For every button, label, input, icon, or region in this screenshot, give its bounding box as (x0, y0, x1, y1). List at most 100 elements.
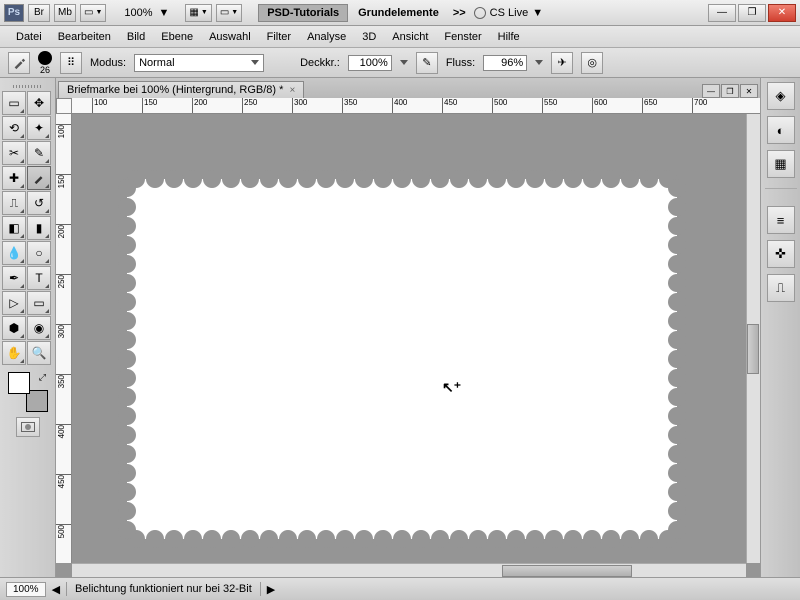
gradient-tool[interactable]: ▮ (27, 216, 51, 240)
scrollbar-thumb[interactable] (502, 565, 632, 577)
tab-close-icon[interactable]: × (289, 85, 295, 96)
menu-auswahl[interactable]: Auswahl (201, 31, 259, 43)
healing-tool[interactable]: ✚ (2, 166, 26, 190)
status-nav-left-icon[interactable]: ◀ (52, 583, 60, 596)
vertical-ruler[interactable]: 100150200250300350400450500 (56, 114, 72, 563)
menu-bearbeiten[interactable]: Bearbeiten (50, 31, 119, 43)
color-swatches[interactable]: ⤢ (8, 372, 48, 412)
doc-restore-button[interactable]: ❐ (721, 84, 739, 98)
path-select-tool[interactable]: ▷ (2, 291, 26, 315)
mode-value: Normal (139, 57, 174, 69)
adjustments-panel-icon[interactable]: ≡ (767, 206, 795, 234)
lasso-tool[interactable]: ⟲ (2, 116, 26, 140)
brush-preset-picker[interactable]: 26 (38, 51, 52, 75)
blur-tool[interactable]: 💧 (2, 241, 26, 265)
masks-panel-icon[interactable]: ✜ (767, 240, 795, 268)
workspace-grundelemente[interactable]: Grundelemente (352, 5, 445, 21)
marquee-tool[interactable]: ▭ (2, 91, 26, 115)
mode-select[interactable]: Normal (134, 54, 264, 72)
cs-live-label: CS Live (490, 7, 529, 19)
layers-panel-icon[interactable]: ◈ (767, 82, 795, 110)
type-tool[interactable]: T (27, 266, 51, 290)
eyedropper-tool[interactable]: ✎ (27, 141, 51, 165)
status-nav-right-icon[interactable]: ▶ (267, 583, 275, 596)
foreground-swatch[interactable] (8, 372, 30, 394)
scrollbar-thumb[interactable] (747, 324, 759, 374)
menu-analyse[interactable]: Analyse (299, 31, 354, 43)
cs-live-button[interactable]: CS Live▼ (474, 7, 543, 19)
dodge-tool[interactable]: ○ (27, 241, 51, 265)
hand-tool[interactable]: ✋ (2, 341, 26, 365)
bridge-button[interactable]: Br (28, 4, 50, 22)
zoom-tool[interactable]: 🔍 (27, 341, 51, 365)
pen-tool[interactable]: ✒ (2, 266, 26, 290)
menu-hilfe[interactable]: Hilfe (490, 31, 528, 43)
menu-ebene[interactable]: Ebene (153, 31, 201, 43)
doc-minimize-button[interactable]: — (702, 84, 720, 98)
menu-3d[interactable]: 3D (354, 31, 384, 43)
document-tab-bar: Briefmarke bei 100% (Hintergrund, RGB/8)… (56, 78, 760, 98)
swatches-panel-icon[interactable]: ▦ (767, 150, 795, 178)
stamp-tool[interactable]: ⎍ (2, 191, 26, 215)
flow-flyout-icon[interactable] (535, 60, 543, 65)
opacity-input[interactable] (348, 55, 392, 71)
ruler-origin[interactable] (56, 98, 72, 114)
quick-mask-button[interactable] (16, 417, 40, 437)
3d-tool[interactable]: ⬢ (2, 316, 26, 340)
workspace-psd-tutorials[interactable]: PSD-Tutorials (258, 4, 348, 22)
minibridge-button[interactable]: Mb (54, 4, 76, 22)
dropdown-icon (251, 60, 259, 65)
tool-preset-icon[interactable] (8, 52, 30, 74)
3d-camera-tool[interactable]: ◉ (27, 316, 51, 340)
tablet-opacity-button[interactable]: ✎ (416, 52, 438, 74)
status-message: Belichtung funktioniert nur bei 32-Bit (66, 582, 261, 596)
history-brush-tool[interactable]: ↺ (27, 191, 51, 215)
app-logo: Ps (4, 4, 24, 22)
menu-bar: Datei Bearbeiten Bild Ebene Auswahl Filt… (0, 26, 800, 48)
tablet-size-button[interactable]: ◎ (581, 52, 603, 74)
horizontal-scrollbar[interactable] (72, 563, 746, 577)
menu-fenster[interactable]: Fenster (436, 31, 489, 43)
crop-tool[interactable]: ✂ (2, 141, 26, 165)
brush-panel-toggle[interactable]: ⠿ (60, 52, 82, 74)
status-zoom[interactable]: 100% (6, 582, 46, 597)
brush-panel-icon[interactable]: ⎍ (767, 274, 795, 302)
status-message-text: Belichtung funktioniert nur bei 32-Bit (75, 583, 252, 595)
status-bar: 100% ◀ Belichtung funktioniert nur bei 3… (0, 577, 800, 600)
screen-mode-button[interactable]: ▭▼ (80, 4, 106, 22)
airbrush-button[interactable]: ✈ (551, 52, 573, 74)
flow-input[interactable] (483, 55, 527, 71)
doc-close-button[interactable]: ✕ (740, 84, 758, 98)
move-tool[interactable]: ✥ (27, 91, 51, 115)
document-tab[interactable]: Briefmarke bei 100% (Hintergrund, RGB/8)… (58, 81, 304, 98)
menu-datei[interactable]: Datei (8, 31, 50, 43)
work-area: ▭ ✥ ⟲ ✦ ✂ ✎ ✚ ⎍ ↺ ◧ ▮ 💧 ○ ✒ T (0, 78, 800, 577)
horizontal-ruler[interactable]: 100150200250300350400450500550600650700 (72, 98, 760, 114)
magic-wand-tool[interactable]: ✦ (27, 116, 51, 140)
title-bar: Ps Br Mb ▭▼ 100% ▼ ▦▼ ▭▼ PSD-Tutorials Gr… (0, 0, 800, 26)
vertical-scrollbar[interactable] (746, 114, 760, 563)
menu-bild[interactable]: Bild (119, 31, 153, 43)
color-panel-icon[interactable]: ◐ (767, 116, 795, 144)
options-bar: 26 ⠿ Modus: Normal Deckkr.: ✎ Fluss: ✈ ◎ (0, 48, 800, 78)
zoom-display[interactable]: 100% (122, 7, 154, 19)
swap-colors-icon[interactable]: ⤢ (39, 372, 46, 383)
brush-dot-icon (38, 51, 52, 65)
canvas-viewport[interactable]: ↖⁺ (72, 114, 746, 563)
opacity-flyout-icon[interactable] (400, 60, 408, 65)
menu-filter[interactable]: Filter (259, 31, 299, 43)
maximize-button[interactable]: ❐ (738, 4, 766, 22)
close-button[interactable]: ✕ (768, 4, 796, 22)
shape-tool[interactable]: ▭ (27, 291, 51, 315)
brush-tool[interactable] (27, 166, 51, 190)
menu-ansicht[interactable]: Ansicht (384, 31, 436, 43)
panel-dock: ◈ ◐ ▦ ≡ ✜ ⎍ (760, 78, 800, 577)
arrange-button[interactable]: ▦▼ (185, 4, 211, 22)
mode-label: Modus: (90, 57, 126, 69)
eraser-tool[interactable]: ◧ (2, 216, 26, 240)
minimize-button[interactable]: — (708, 4, 736, 22)
zoom-dropdown-icon[interactable]: ▼ (159, 7, 170, 19)
toolbox-handle[interactable] (2, 82, 53, 90)
extras-button[interactable]: ▭▼ (216, 4, 242, 22)
workspace-more-icon[interactable]: >> (449, 7, 470, 19)
